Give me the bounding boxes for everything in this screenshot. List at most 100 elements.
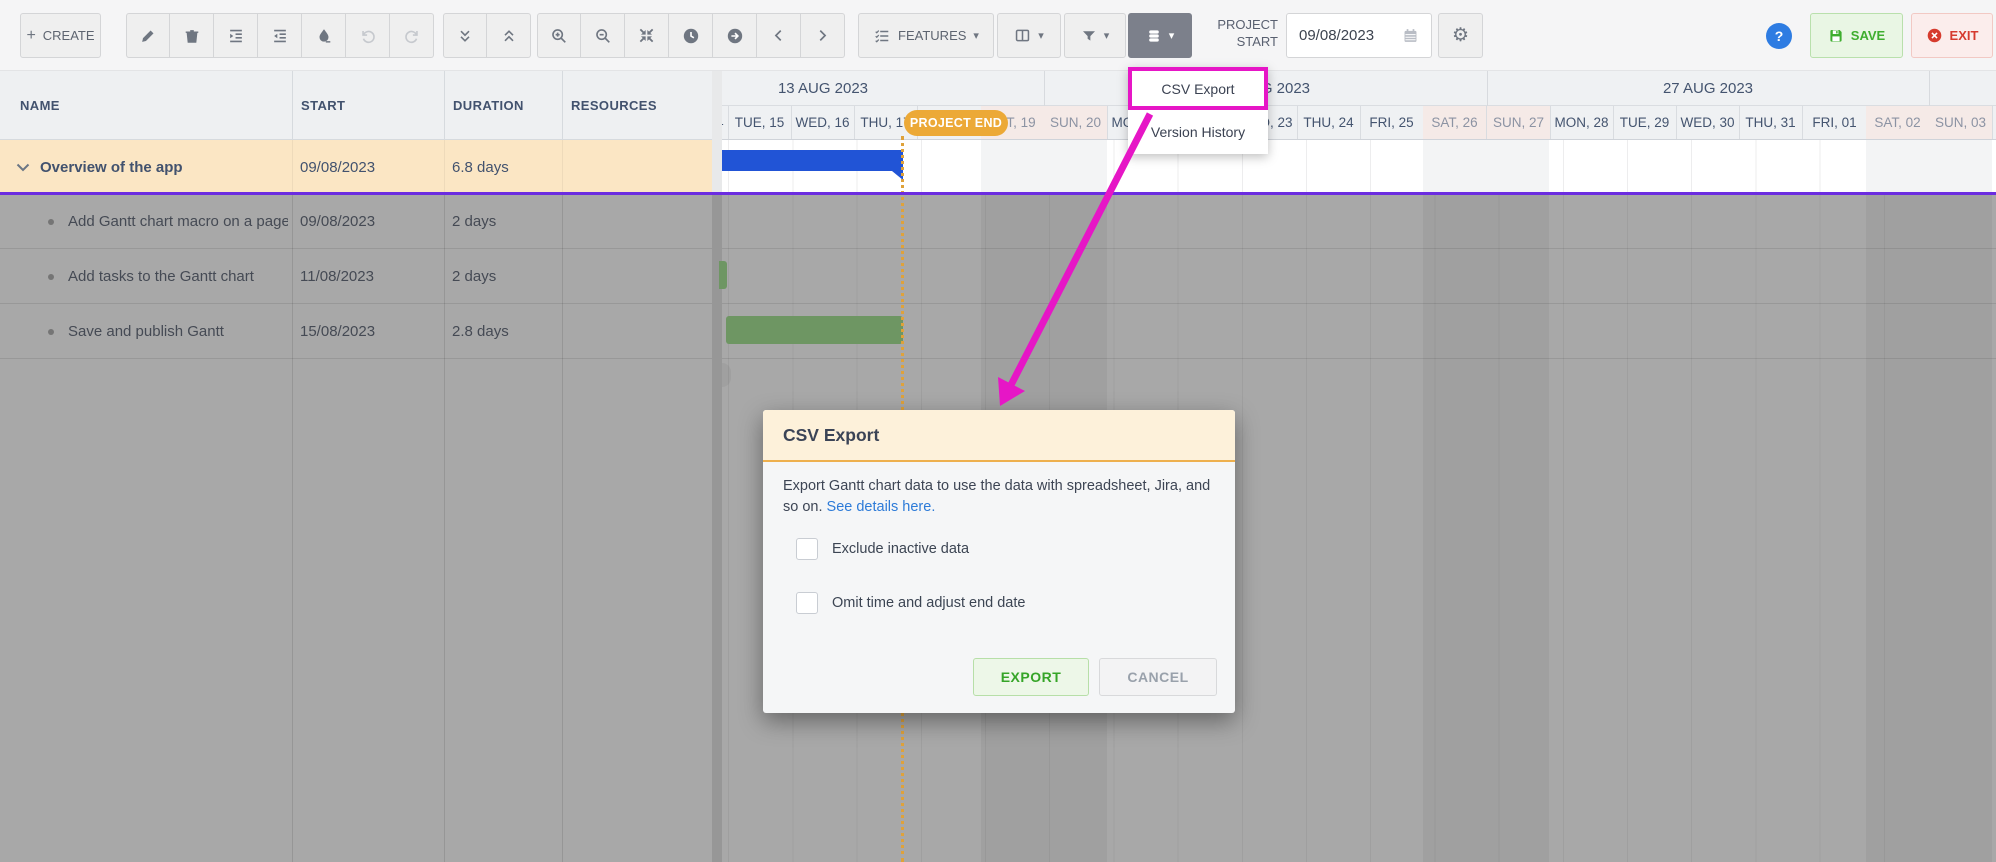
chevron-down-icon: ▾ <box>1038 29 1044 42</box>
column-header-duration[interactable]: DURATION <box>444 71 562 140</box>
day-cell: FRI, 25 <box>1360 106 1424 140</box>
export-button[interactable]: EXPORT <box>973 658 1089 696</box>
day-cell: WED, 16 <box>791 106 855 140</box>
project-start-label: PROJECT START <box>1196 17 1278 51</box>
column-header-resources[interactable]: RESOURCES <box>562 71 712 140</box>
chevron-left-icon <box>771 28 786 43</box>
collapse-all-button[interactable] <box>443 13 487 58</box>
table-row[interactable]: Add Gantt chart macro on a page 09/08/20… <box>0 195 712 248</box>
gantt-row-selected <box>722 140 1996 194</box>
task-duration: 6.8 days <box>452 159 509 176</box>
checkbox-label: Exclude inactive data <box>832 541 969 557</box>
expand-toolbar-group <box>443 13 531 58</box>
outdent-button[interactable] <box>258 13 302 58</box>
see-details-link[interactable]: See details here. <box>827 499 936 515</box>
exit-label: EXIT <box>1950 28 1979 43</box>
zoom-fit-button[interactable] <box>625 13 669 58</box>
drop-icon <box>315 27 333 45</box>
cancel-button[interactable]: CANCEL <box>1099 658 1217 696</box>
zoom-out-icon <box>594 27 612 45</box>
chevron-right-icon <box>815 28 830 43</box>
exclude-inactive-checkbox[interactable] <box>796 538 818 560</box>
plus-icon: + <box>26 27 35 45</box>
undo-button[interactable] <box>346 13 390 58</box>
task-duration: 2 days <box>452 213 496 230</box>
exit-button[interactable]: EXIT <box>1911 13 1993 58</box>
checkbox-row: Omit time and adjust end date <box>796 592 1025 614</box>
dialog-description: Export Gantt chart data to use the data … <box>763 462 1235 517</box>
jump-to-button[interactable] <box>713 13 757 58</box>
menu-item-version-history[interactable]: Version History <box>1128 110 1268 154</box>
task-name: Add Gantt chart macro on a page <box>68 213 288 230</box>
gantt-timeline-header: 13 AUG 2023 20 AUG 2023 27 AUG 2023 MON,… <box>722 71 1996 140</box>
omit-time-checkbox[interactable] <box>796 592 818 614</box>
toolbar: + CREATE <box>0 0 1996 71</box>
checkbox-row: Exclude inactive data <box>796 538 969 560</box>
filter-dropdown[interactable]: ▾ <box>1064 13 1126 58</box>
project-start-date-input[interactable]: 09/08/2023 <box>1286 13 1432 58</box>
cell-divider <box>562 140 563 194</box>
task-bar[interactable] <box>726 316 903 344</box>
column-header-start[interactable]: START <box>292 71 444 140</box>
calendar-icon <box>1402 27 1419 44</box>
save-icon <box>1828 28 1844 44</box>
weekend-band <box>1423 195 1549 862</box>
menu-item-csv-export[interactable]: CSV Export <box>1128 67 1268 110</box>
scroll-right-button[interactable] <box>801 13 845 58</box>
clear-formatting-button[interactable] <box>302 13 346 58</box>
summary-task-bar[interactable] <box>722 150 903 171</box>
expand-all-button[interactable] <box>487 13 531 58</box>
day-cell: WED, 30 <box>1676 106 1740 140</box>
columns-dropdown[interactable]: ▾ <box>997 13 1061 58</box>
day-cell-weekend: SAT, 02 <box>1866 106 1930 140</box>
project-start-date-value: 09/08/2023 <box>1299 27 1374 44</box>
time-button[interactable] <box>669 13 713 58</box>
chevron-down-icon: ▾ <box>973 29 979 42</box>
fit-screen-icon <box>638 27 655 44</box>
scroll-left-button[interactable] <box>757 13 801 58</box>
day-cell-weekend: SUN, 27 <box>1487 106 1551 140</box>
edit-button[interactable] <box>126 13 170 58</box>
delete-button[interactable] <box>170 13 214 58</box>
cell-divider <box>444 140 445 194</box>
week-header-row: 13 AUG 2023 20 AUG 2023 27 AUG 2023 <box>722 71 1996 106</box>
weekend-band <box>1866 140 1992 194</box>
view-toolbar-group <box>537 13 845 58</box>
arrow-right-circle-icon <box>726 27 744 45</box>
save-button[interactable]: SAVE <box>1810 13 1903 58</box>
task-table-header: NAME START DURATION RESOURCES <box>0 71 712 140</box>
export-data-dropdown[interactable]: ▾ <box>1128 13 1192 58</box>
column-header-name[interactable]: NAME <box>0 71 292 140</box>
zoom-out-button[interactable] <box>581 13 625 58</box>
double-chevron-up-icon <box>501 28 517 44</box>
task-name: Add tasks to the Gantt chart <box>68 268 288 285</box>
cell-divider <box>292 140 293 194</box>
task-start: 15/08/2023 <box>300 323 375 340</box>
redo-icon <box>403 27 421 45</box>
redo-button[interactable] <box>390 13 434 58</box>
help-button[interactable]: ? <box>1766 23 1792 49</box>
day-cell-weekend: SUN, 03 <box>1929 106 1993 140</box>
help-label: ? <box>1775 28 1784 44</box>
dialog-title: CSV Export <box>763 410 1235 462</box>
week-label: 13 AUG 2023 <box>778 71 868 106</box>
day-cell: MON, 28 <box>1550 106 1614 140</box>
task-bar-clipped[interactable] <box>719 261 727 289</box>
weekend-band <box>981 140 1107 194</box>
indent-button[interactable] <box>214 13 258 58</box>
table-row[interactable]: Save and publish Gantt 15/08/2023 2.8 da… <box>0 305 712 358</box>
export-menu: CSV Export Version History <box>1128 67 1268 154</box>
create-button[interactable]: + CREATE <box>20 13 101 58</box>
settings-button[interactable]: ⚙ <box>1438 13 1483 58</box>
selection-line <box>0 192 1996 195</box>
indent-icon <box>227 27 245 45</box>
zoom-in-button[interactable] <box>537 13 581 58</box>
undo-icon <box>359 27 377 45</box>
task-start: 11/08/2023 <box>300 268 374 285</box>
project-end-badge: PROJECT END <box>904 110 1008 136</box>
table-row[interactable]: Add tasks to the Gantt chart 11/08/2023 … <box>0 250 712 303</box>
chevron-down-icon[interactable] <box>16 163 30 172</box>
features-dropdown[interactable]: FEATURES ▾ <box>858 13 994 58</box>
task-name: Overview of the app <box>40 159 183 176</box>
table-row-selected[interactable]: Overview of the app 09/08/2023 6.8 days <box>0 140 712 194</box>
